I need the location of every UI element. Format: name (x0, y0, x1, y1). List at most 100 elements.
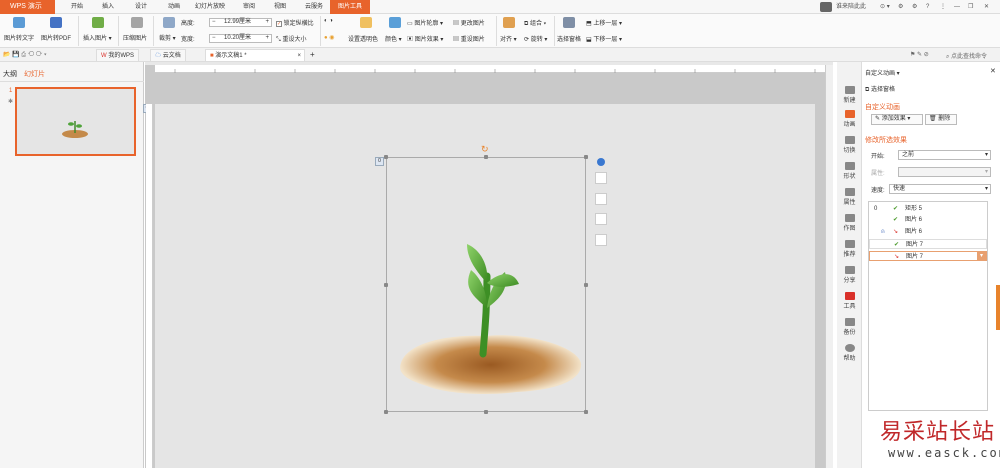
skin-icon[interactable]: ⚙ (898, 0, 903, 14)
list-item[interactable]: 0 ✔ 矩形 5 (869, 204, 987, 214)
sidebar-item-recommend[interactable]: 推荐 (837, 240, 862, 258)
list-item[interactable]: ✔ 图片 7 (869, 239, 987, 249)
clock-icon[interactable]: ⊙ ▾ (880, 0, 890, 14)
tab-my-wps[interactable]: W 我的WPS (96, 49, 140, 61)
effect-list[interactable]: 0 ✔ 矩形 5 ✔ 图片 6 ⍝ ↘ 图片 6 ✔ 图片 7 ↘ 图片 7 ▾ (868, 201, 988, 411)
pane-collapse-handle[interactable] (996, 285, 1000, 330)
menu-picture-tools[interactable]: 图片工具 (330, 0, 370, 14)
lock-ratio-checkbox[interactable]: ✓ 锁定纵横比 (276, 18, 314, 27)
horizontal-ruler[interactable] (155, 65, 825, 73)
sidebar-item-shape[interactable]: 形状 (837, 162, 862, 180)
send-backward-button[interactable]: ⬓ 下移一层 ▾ (586, 34, 622, 43)
insert-picture-button[interactable]: 插入图片 ▾ (83, 33, 112, 42)
resize-handle-right[interactable] (584, 283, 588, 287)
tab-cloud-docs[interactable]: ☁ 云文档 (150, 49, 186, 61)
crop-float-icon[interactable] (595, 213, 607, 225)
menu-insert[interactable]: 插入 (96, 0, 120, 14)
resize-handle-top-left[interactable] (384, 155, 388, 159)
start-select[interactable]: 之前 ▾ (898, 150, 991, 160)
picture-to-text-button[interactable]: 图片转文字 (4, 33, 34, 42)
menu-cloud[interactable]: 云服务 (299, 0, 329, 14)
height-field[interactable]: − 12.99厘米 + (209, 18, 272, 27)
resize-handle-top-right[interactable] (584, 155, 588, 159)
list-item[interactable]: ✔ 图片 6 (869, 215, 987, 225)
new-tab-button[interactable]: + (310, 50, 315, 59)
change-picture-button[interactable]: ▤ 更改图片 (453, 18, 485, 27)
selected-picture[interactable] (386, 157, 586, 412)
user-name[interactable]: 谁来陪此此 (836, 0, 866, 14)
rotate-button[interactable]: ⟳ 旋转 ▾ (524, 34, 547, 43)
float-minus-icon[interactable] (597, 158, 605, 166)
sidebar-item-backup[interactable]: 备份 (837, 318, 862, 336)
sidebar-item-transition[interactable]: 切换 (837, 136, 862, 154)
contrast-icons[interactable]: ◐ ◑ (324, 18, 333, 24)
picture-outline-button[interactable]: ▭ 图片轮廓 ▾ (407, 18, 443, 27)
property-select[interactable]: ▾ (898, 167, 991, 177)
menu-review[interactable]: 审阅 (237, 0, 261, 14)
animation-order-tag[interactable]: 0 (375, 157, 384, 166)
resize-handle-top[interactable] (484, 155, 488, 159)
resize-handle-left[interactable] (384, 283, 388, 287)
settings-icon[interactable]: ⚙ (912, 0, 917, 14)
minus-icon[interactable]: − (212, 35, 216, 42)
set-transparent-button[interactable]: 设置透明色 (348, 34, 378, 43)
resize-handle-bottom[interactable] (484, 410, 488, 414)
group-button[interactable]: ⧉ 组合 ▾ (524, 18, 546, 28)
sidebar-item-new[interactable]: 新建 (837, 86, 862, 104)
sidebar-item-animation[interactable]: 动画 (837, 110, 862, 128)
minus-icon[interactable]: − (212, 19, 216, 26)
quick-access-toolbar[interactable]: 📂 💾 ⎙ ⟲ ⟳ ▾ (3, 51, 46, 59)
sidebar-item-tools[interactable]: 工具 (837, 292, 862, 310)
color-button[interactable]: 颜色 ▾ (385, 34, 402, 43)
slide-thumbnail[interactable] (15, 87, 136, 156)
brightness-up-icon[interactable]: ● (324, 35, 328, 41)
close-tab-icon[interactable]: × (297, 50, 301, 62)
minimize-icon[interactable]: — (954, 0, 960, 14)
sidebar-item-properties[interactable]: 属性 (837, 188, 862, 206)
speed-select[interactable]: 快速 ▾ (889, 184, 991, 194)
tab-presentation[interactable]: ■ 演示文稿1 * × (205, 49, 305, 61)
zoom-icon[interactable] (595, 193, 607, 205)
brightness-down-icon[interactable]: ◉ (329, 35, 334, 41)
menu-view[interactable]: 视图 (268, 0, 292, 14)
sidebar-item-share[interactable]: 分享 (837, 266, 862, 284)
help-icon[interactable]: ? (926, 0, 929, 14)
align-button[interactable]: 对齐 ▾ (500, 34, 517, 43)
selection-pane-button[interactable]: 选择窗格 (557, 34, 581, 43)
delete-effect-button[interactable]: 🗑 删除 (925, 114, 957, 125)
toolbar-icons[interactable]: ⚑ ✎ ⊘ (910, 51, 929, 58)
resize-handle-bottom-left[interactable] (384, 410, 388, 414)
layers-icon[interactable] (595, 172, 607, 184)
list-item[interactable]: ⍝ ↘ 图片 6 (869, 227, 987, 237)
list-item-selected[interactable]: ↘ 图片 7 ▾ (869, 251, 987, 261)
tab-slides[interactable]: 幻灯片 (24, 69, 45, 79)
menu-slideshow[interactable]: 幻灯片放映 (190, 0, 230, 14)
close-icon[interactable]: ✕ (984, 0, 989, 14)
search-command[interactable]: ⌕ 点此查找命令 (946, 51, 987, 61)
restore-icon[interactable]: ❐ (968, 0, 973, 14)
more-icon[interactable]: ⋮ (940, 0, 946, 14)
selection-pane-link[interactable]: ⧉ 选择窗格 (865, 84, 895, 94)
sidebar-item-draw[interactable]: 作图 (837, 214, 862, 232)
pane-close-icon[interactable]: ✕ (990, 67, 996, 75)
plus-icon[interactable]: + (265, 19, 269, 26)
chevron-down-icon[interactable]: ▾ (977, 252, 986, 260)
resize-handle-bottom-right[interactable] (584, 410, 588, 414)
compress-picture-button[interactable]: 压缩图片 (123, 33, 147, 42)
width-field[interactable]: − 10.20厘米 + (209, 34, 272, 43)
vertical-ruler[interactable] (146, 104, 153, 468)
crop-button[interactable]: 裁剪 ▾ (159, 33, 176, 42)
menu-home[interactable]: 开始 (65, 0, 89, 14)
sidebar-item-help[interactable]: 帮助 (837, 344, 862, 362)
reset-picture-button[interactable]: ▤ 重设图片 (453, 34, 485, 43)
rotate-handle-icon[interactable]: ↻ (481, 144, 489, 155)
avatar[interactable] (820, 2, 832, 12)
bring-forward-button[interactable]: ⬒ 上移一层 ▾ (586, 18, 622, 27)
tab-outline[interactable]: 大纲 (3, 69, 17, 79)
menu-animation[interactable]: 动画 (162, 0, 186, 14)
frame-icon[interactable] (595, 234, 607, 246)
reset-size-button[interactable]: ⤡ 重设大小 (276, 34, 307, 44)
app-menu-button[interactable]: WPS 演示 (0, 0, 55, 14)
picture-effect-button[interactable]: ▣ 图片效果 ▾ (407, 34, 443, 43)
brightness-icons[interactable]: ● ◉ (324, 34, 335, 41)
